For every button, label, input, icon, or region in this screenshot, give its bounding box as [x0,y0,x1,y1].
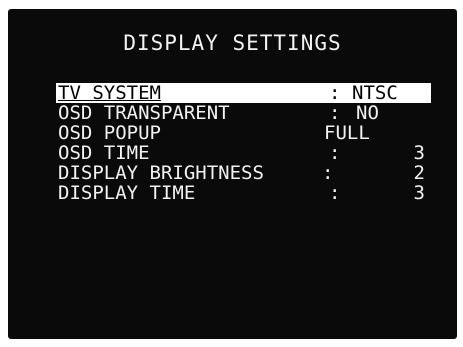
menu-item-tv-system[interactable]: TV SYSTEM : NTSC [56,83,431,103]
menu-item-value: NO [356,102,379,124]
menu-item-label: DISPLAY TIME [58,182,196,204]
menu-item-label: DISPLAY BRIGHTNESS [58,162,264,184]
menu-item-label: OSD TIME [58,142,150,164]
osd-screen: DISPLAY SETTINGS TV SYSTEM : NTSC OSD TR… [8,9,457,339]
menu-item-value: 3 [413,182,425,204]
menu-item-separator: : [329,82,341,104]
menu-item-osd-time[interactable]: OSD TIME : 3 [56,143,431,163]
menu-item-label: OSD POPUP [58,122,161,144]
menu-item-separator: : [329,102,341,124]
menu-item-osd-popup[interactable]: OSD POPUP FULL [56,123,431,143]
menu-item-value: 3 [413,142,425,164]
menu-title: DISPLAY SETTINGS [123,31,342,55]
settings-menu: TV SYSTEM : NTSC OSD TRANSPARENT : NO OS… [56,83,431,203]
menu-item-value: 2 [413,162,425,184]
menu-item-separator: : [329,182,341,204]
menu-item-separator: : [329,142,341,164]
menu-item-osd-transparent[interactable]: OSD TRANSPARENT : NO [56,103,431,123]
menu-item-label: OSD TRANSPARENT [58,102,230,124]
menu-item-display-brightness[interactable]: DISPLAY BRIGHTNESS : 2 [56,163,431,183]
menu-item-display-time[interactable]: DISPLAY TIME : 3 [56,183,431,203]
menu-item-separator: : [322,162,334,184]
menu-item-label: TV SYSTEM [58,82,161,104]
menu-item-value: NTSC [352,82,398,104]
menu-item-value: FULL [324,122,370,144]
